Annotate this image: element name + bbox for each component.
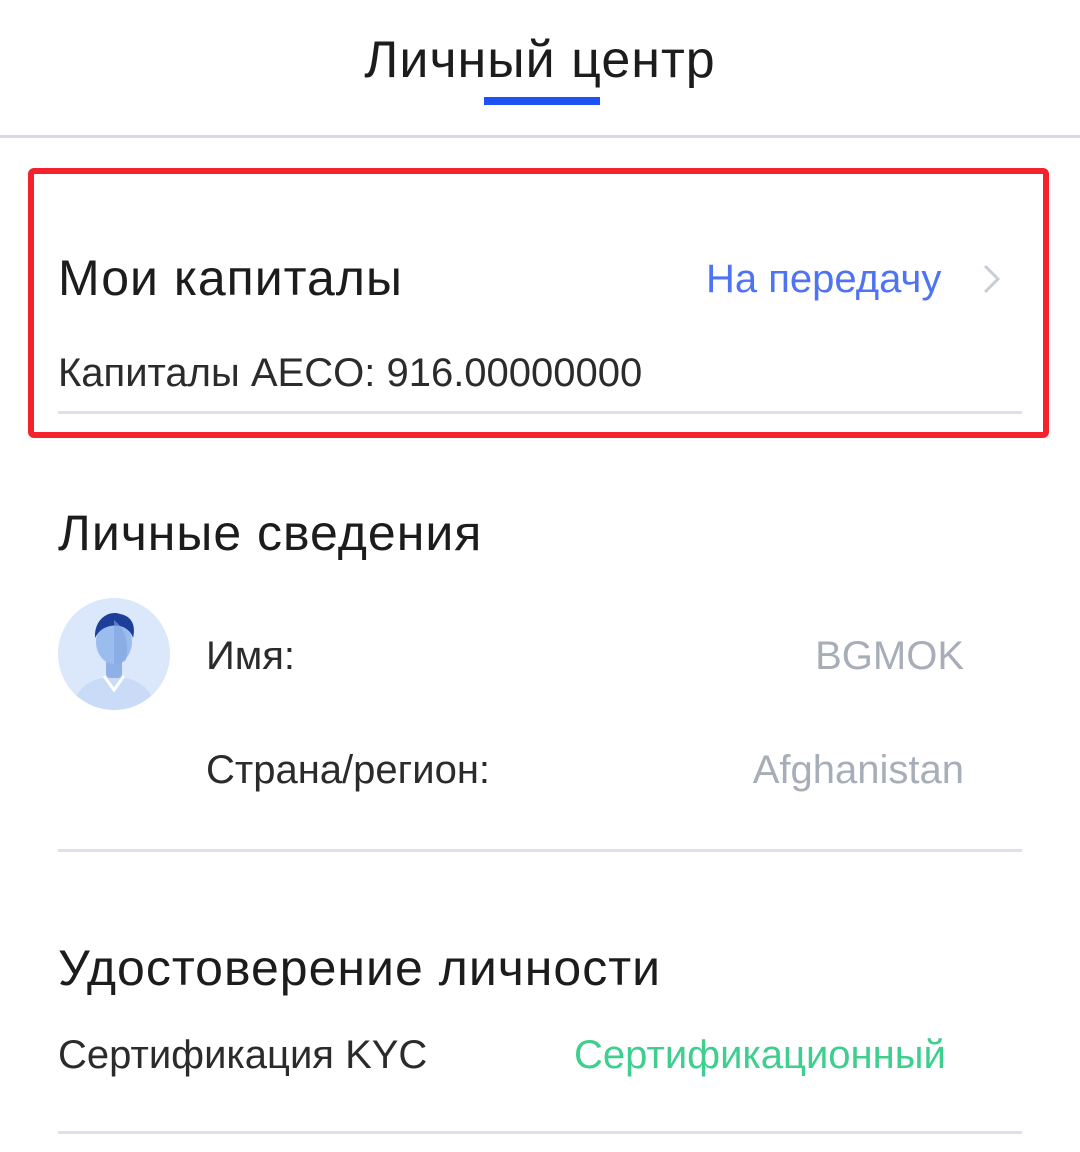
assets-section-title: Мои капиталы: [58, 250, 403, 306]
assets-divider: [58, 411, 1022, 414]
country-label: Страна/регион:: [206, 748, 491, 792]
active-tab-indicator: [484, 97, 600, 105]
chevron-right-icon[interactable]: [976, 262, 1006, 296]
name-value: BGMOK: [815, 634, 964, 678]
personal-divider: [58, 849, 1022, 852]
personal-info-title: Личные сведения: [58, 505, 483, 561]
kyc-status: Сертификационный: [574, 1033, 946, 1077]
header: Личный центр: [0, 0, 1080, 138]
kyc-label: Сертификация KYC: [58, 1033, 428, 1077]
user-avatar-icon[interactable]: [58, 598, 170, 710]
transfer-link[interactable]: На передачу: [706, 256, 941, 302]
tab-personal-center[interactable]: Личный центр: [0, 30, 1080, 90]
name-label: Имя:: [206, 634, 296, 678]
country-value: Afghanistan: [752, 748, 964, 792]
identity-divider: [58, 1131, 1022, 1134]
assets-balance: Капиталы AECO: 916.00000000: [58, 351, 643, 395]
identity-section-title: Удостоверение личности: [58, 940, 662, 996]
